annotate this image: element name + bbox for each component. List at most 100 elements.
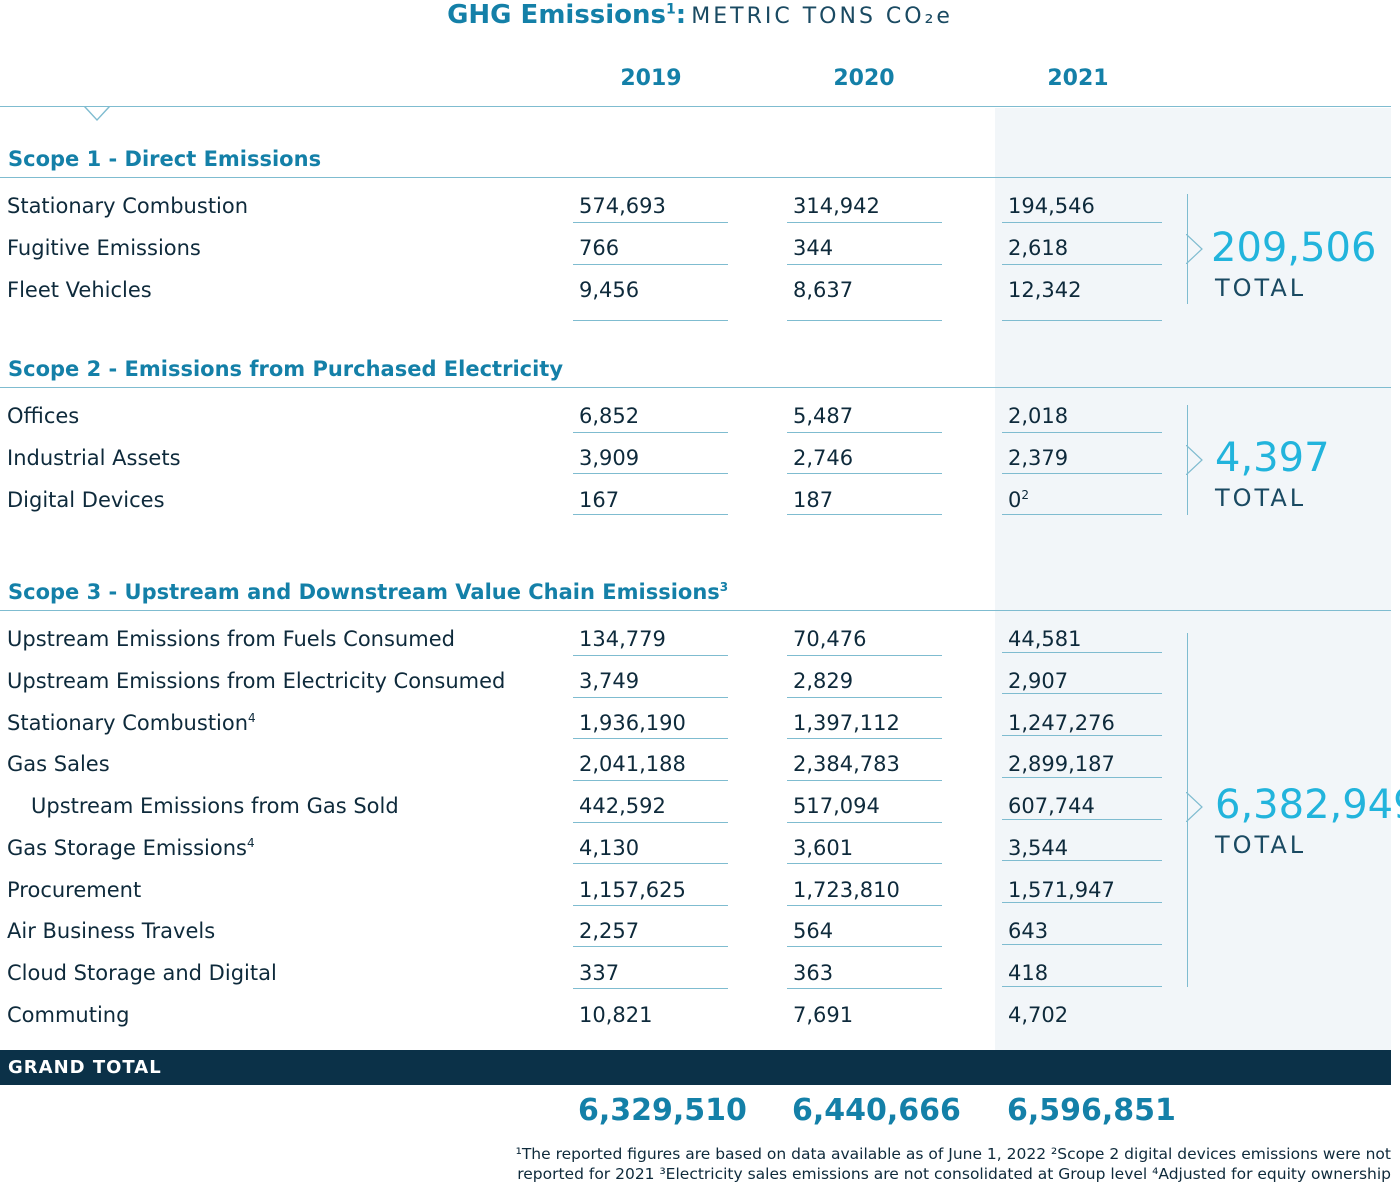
value-text: 3,544 [1008, 836, 1069, 860]
cell-underline [1002, 264, 1162, 265]
row-label: Cloud Storage and Digital [7, 954, 277, 987]
value-text: 134,779 [579, 627, 666, 651]
scope-2-title-text: Scope 2 - Emissions from Purchased Elect… [8, 357, 564, 381]
value-cell: 363 [793, 954, 834, 985]
cell-underline [787, 738, 942, 739]
value-text: 344 [793, 236, 834, 260]
row-label-text: Fleet Vehicles [7, 278, 152, 302]
cell-underline [787, 473, 942, 474]
value-text: 6,852 [579, 404, 640, 428]
row-label: Digital Devices [7, 481, 165, 514]
value-cell: 564 [793, 912, 833, 943]
header-notch-inner [86, 107, 108, 119]
row-label: Stationary Combustion [7, 187, 248, 220]
row-label: Gas Sales [7, 745, 110, 778]
scope-2-total-label: TOTAL [1215, 484, 1307, 512]
cell-underline [1002, 819, 1162, 820]
value-text: 607,744 [1008, 794, 1095, 818]
scope-2-total: 4,397 [1215, 435, 1330, 481]
value-cell: 6,852 [579, 397, 640, 428]
row-label: Upstream Emissions from Electricity Cons… [7, 662, 505, 695]
value-text: 2,379 [1008, 446, 1069, 470]
cell-underline [573, 264, 728, 265]
value-text: 314,942 [793, 194, 880, 218]
grand-total-2021: 6,596,851 [1007, 1093, 1176, 1128]
row-label-text: Stationary Combustion [7, 194, 249, 218]
cell-underline [787, 264, 942, 265]
cell-underline [787, 863, 942, 864]
year-header-2019: 2019 [620, 66, 682, 91]
value-cell: 2,899,187 [1008, 745, 1115, 776]
value-text: 1,571,947 [1008, 878, 1115, 902]
grand-total-bar [0, 1050, 1391, 1085]
row-label-sup: 4 [248, 711, 256, 725]
page-title: GHG Emissions1: METRIC TONS CO₂e [0, 0, 1400, 36]
value-cell: 2,829 [793, 662, 853, 693]
value-cell: 134,779 [579, 620, 666, 651]
value-cell: 517,094 [793, 787, 880, 818]
value-cell: 8,637 [793, 271, 853, 302]
value-cell: 2,384,783 [793, 745, 900, 776]
row-label-text: Commuting [7, 1003, 130, 1027]
cell-underline [1002, 514, 1162, 515]
value-cell: 643 [1008, 912, 1048, 943]
value-text: 4,702 [1008, 1003, 1069, 1027]
row-label: Upstream Emissions from Gas Sold [31, 787, 399, 820]
value-text: 7,691 [793, 1003, 854, 1027]
value-cell: 194,546 [1008, 187, 1095, 218]
value-cell: 9,456 [579, 271, 639, 302]
value-text: 517,094 [793, 794, 880, 818]
value-text: 5,487 [793, 404, 854, 428]
value-text: 1,723,810 [793, 878, 900, 902]
value-text: 2,257 [579, 919, 640, 943]
title-colon: : [675, 0, 687, 30]
value-text: 167 [579, 488, 620, 512]
row-label: Gas Storage Emissions4 [7, 829, 255, 862]
value-text: 187 [793, 488, 834, 512]
grand-total-label: GRAND TOTAL [8, 1057, 162, 1078]
cell-underline [787, 780, 942, 781]
scope-3-divider [0, 610, 1391, 611]
value-text: 3,909 [579, 446, 640, 470]
scope-3-title: Scope 3 - Upstream and Downstream Value … [8, 573, 728, 606]
scope-1-title: Scope 1 - Direct Emissions [8, 140, 321, 173]
cell-underline [573, 738, 728, 739]
value-cell: 2,618 [1008, 229, 1069, 260]
value-cell: 1,936,190 [579, 704, 686, 735]
value-text: 2,618 [1008, 236, 1069, 260]
cell-underline [787, 222, 942, 223]
value-text: 418 [1008, 961, 1049, 985]
value-text: 1,157,625 [579, 878, 686, 902]
row-label: Commuting [7, 996, 129, 1029]
value-cell: 70,476 [793, 620, 866, 651]
value-cell: 3,909 [579, 439, 640, 470]
value-text: 2,041,188 [579, 752, 686, 776]
cell-underline [1002, 777, 1162, 778]
value-text: 0 [1008, 488, 1022, 512]
row-label: Air Business Travels [7, 912, 215, 945]
cell-underline [787, 514, 942, 515]
value-text: 194,546 [1008, 194, 1095, 218]
cell-underline [573, 697, 728, 698]
scope-3-total: 6,382,949 [1215, 782, 1400, 828]
footnote-line-1: ¹The reported figures are based on data … [515, 1145, 1391, 1163]
row-label-text: Fugitive Emissions [7, 236, 201, 260]
scope-3-title-text: Scope 3 - Upstream and Downstream Value … [8, 580, 720, 604]
cell-underline [573, 432, 728, 433]
cell-underline [573, 780, 728, 781]
value-text: 4,130 [579, 836, 640, 860]
cell-underline [787, 946, 942, 947]
row-label: Fugitive Emissions [7, 229, 201, 262]
cell-underline [787, 988, 942, 989]
value-text: 1,247,276 [1008, 711, 1115, 735]
value-cell: 5,487 [793, 397, 854, 428]
value-text: 2,746 [793, 446, 854, 470]
scope-1-total-label: TOTAL [1215, 274, 1307, 302]
value-text: 2,899,187 [1008, 752, 1115, 776]
value-cell: 7,691 [793, 996, 854, 1027]
value-cell: 766 [579, 229, 619, 260]
cell-underline [1002, 860, 1162, 861]
value-text: 363 [793, 961, 834, 985]
value-cell: 2,746 [793, 439, 854, 470]
row-label: Industrial Assets [7, 439, 181, 472]
